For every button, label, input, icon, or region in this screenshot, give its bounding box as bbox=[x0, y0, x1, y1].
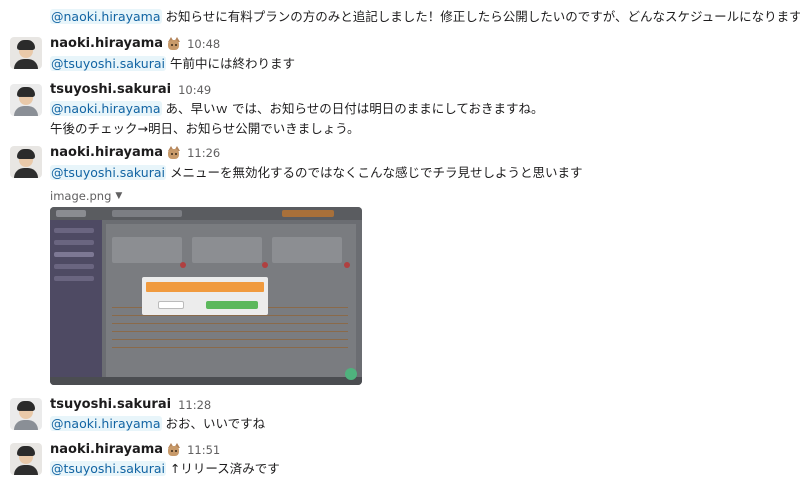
cat-emoji-icon bbox=[167, 443, 181, 456]
message-header: tsuyoshi.sakurai 10:49 bbox=[50, 82, 211, 97]
mention-link[interactable]: @naoki.hirayama bbox=[50, 416, 162, 431]
timestamp[interactable]: 10:48 bbox=[187, 37, 220, 51]
message-text: @tsuyoshi.sakurai メニューを無効化するのではなくこんな感じでチ… bbox=[50, 164, 582, 182]
mention-link[interactable]: @tsuyoshi.sakurai bbox=[50, 56, 166, 71]
message-body: あ、早いｗ では、お知らせの日付は明日のままにしておきますね。 bbox=[161, 101, 544, 116]
timestamp[interactable]: 10:49 bbox=[178, 83, 211, 97]
message-text: @tsuyoshi.sakurai 午前中には終わります bbox=[50, 55, 295, 73]
message-body: ↑リリース済みです bbox=[165, 461, 280, 476]
timestamp[interactable]: 11:28 bbox=[178, 398, 211, 412]
author-name[interactable]: tsuyoshi.sakurai bbox=[50, 397, 171, 412]
mention-link[interactable]: @naoki.hirayama bbox=[50, 101, 162, 116]
message-body: お知らせに有料プランの方のみと追記しました！修正したら公開したいのですが、どんな… bbox=[161, 9, 800, 24]
file-name[interactable]: image.png bbox=[50, 189, 111, 203]
message-header: naoki.hirayama 10:48 bbox=[50, 36, 220, 51]
cat-emoji-icon bbox=[167, 37, 181, 50]
message-text: @naoki.hirayama お知らせに有料プランの方のみと追記しました！修正… bbox=[50, 8, 800, 26]
avatar[interactable] bbox=[10, 37, 42, 69]
message-body: 午前中には終わります bbox=[165, 56, 295, 71]
avatar[interactable] bbox=[10, 443, 42, 475]
message-header: naoki.hirayama 11:51 bbox=[50, 442, 220, 457]
avatar[interactable] bbox=[10, 84, 42, 116]
timestamp[interactable]: 11:26 bbox=[187, 146, 220, 160]
image-preview[interactable] bbox=[50, 207, 362, 385]
author-name[interactable]: tsuyoshi.sakurai bbox=[50, 82, 171, 97]
avatar[interactable] bbox=[10, 146, 42, 178]
author-name[interactable]: naoki.hirayama bbox=[50, 36, 163, 51]
message-body: メニューを無効化するのではなくこんな感じでチラ見せしようと思います bbox=[165, 165, 583, 180]
file-attachment-label[interactable]: image.png ▼ bbox=[50, 189, 122, 203]
author-name[interactable]: naoki.hirayama bbox=[50, 145, 163, 160]
message-body: おお、いいですね bbox=[161, 416, 266, 431]
mention-link[interactable]: @tsuyoshi.sakurai bbox=[50, 461, 166, 476]
avatar[interactable] bbox=[10, 398, 42, 430]
author-name[interactable]: naoki.hirayama bbox=[50, 442, 163, 457]
message-text: @naoki.hirayama あ、早いｗ では、お知らせの日付は明日のままにし… bbox=[50, 100, 543, 118]
message-text: @naoki.hirayama おお、いいですね bbox=[50, 415, 265, 433]
mention-link[interactable]: @naoki.hirayama bbox=[50, 9, 162, 24]
mention-link[interactable]: @tsuyoshi.sakurai bbox=[50, 165, 166, 180]
message-header: tsuyoshi.sakurai 11:28 bbox=[50, 397, 211, 412]
message-header: naoki.hirayama 11:26 bbox=[50, 145, 220, 160]
message-text: @tsuyoshi.sakurai ↑リリース済みです bbox=[50, 460, 280, 478]
cat-emoji-icon bbox=[167, 146, 181, 159]
message-body: 午後のチェック→明日、お知らせ公開でいきましょう。 bbox=[50, 121, 360, 136]
message-text: 午後のチェック→明日、お知らせ公開でいきましょう。 bbox=[50, 120, 359, 138]
timestamp[interactable]: 11:51 bbox=[187, 443, 220, 457]
chevron-down-icon[interactable]: ▼ bbox=[115, 191, 122, 201]
